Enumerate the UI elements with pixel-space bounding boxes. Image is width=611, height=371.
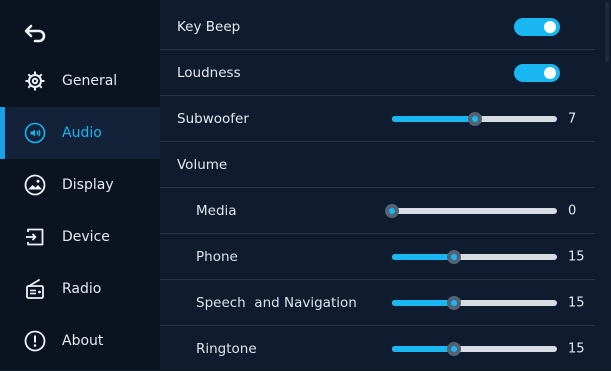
phone-row: Phone 15 [160, 234, 595, 280]
slider-thumb[interactable] [446, 341, 461, 356]
key-beep-row: Key Beep [160, 4, 595, 50]
loudness-row: Loudness [160, 50, 595, 96]
display-icon [24, 174, 46, 196]
slider-thumb[interactable] [446, 249, 461, 264]
sidebar-item-device[interactable]: Device [0, 211, 160, 263]
key-beep-toggle[interactable] [514, 17, 560, 36]
phone-value: 15 [568, 249, 585, 264]
loudness-toggle[interactable] [514, 63, 560, 82]
slider-fill [392, 299, 454, 306]
phone-volume-slider[interactable] [392, 249, 557, 264]
scrollbar[interactable] [603, 0, 611, 369]
subwoofer-slider[interactable] [392, 111, 557, 126]
ringtone-label: Ringtone [196, 340, 257, 357]
scrollbar-thumb[interactable] [605, 2, 609, 62]
sidebar-item-label: About [62, 333, 104, 349]
slider-thumb[interactable] [446, 295, 461, 310]
device-icon [24, 226, 46, 248]
audio-settings-panel: Key Beep Loudness Subwoofer 7 Volume Med… [160, 0, 611, 369]
media-label: Media [196, 202, 237, 219]
toggle-knob [544, 20, 556, 33]
speech-navigation-value: 15 [568, 295, 585, 310]
ringtone-volume-slider[interactable] [392, 341, 557, 356]
info-icon [24, 330, 46, 352]
subwoofer-value: 7 [568, 111, 577, 126]
sidebar-item-radio[interactable]: Radio [0, 263, 160, 315]
speech-navigation-row: Speech and Navigation 15 [160, 280, 595, 326]
sidebar-item-label: Audio [62, 125, 102, 141]
ringtone-row: Ringtone 15 [160, 326, 595, 371]
volume-heading: Volume [177, 156, 228, 173]
radio-icon [24, 278, 46, 300]
audio-settings-screen: General Audio Display Device Radio About… [0, 0, 611, 369]
key-beep-label: Key Beep [177, 18, 241, 35]
gear-icon [24, 70, 46, 92]
loudness-label: Loudness [177, 64, 241, 81]
sidebar-item-label: Display [62, 177, 114, 193]
sidebar: General Audio Display Device Radio About [0, 0, 160, 369]
back-button[interactable] [22, 18, 52, 48]
sidebar-item-label: General [62, 73, 118, 89]
slider-thumb[interactable] [385, 203, 399, 218]
sidebar-item-label: Device [62, 229, 110, 245]
media-row: Media 0 [160, 188, 595, 234]
toggle-knob [544, 66, 556, 79]
slider-track [392, 207, 557, 214]
slider-fill [392, 115, 475, 122]
back-arrow-icon [24, 24, 46, 43]
speaker-icon [24, 122, 46, 144]
slider-thumb[interactable] [467, 111, 482, 126]
phone-label: Phone [196, 248, 238, 265]
media-volume-slider[interactable] [385, 203, 557, 218]
subwoofer-label: Subwoofer [177, 110, 249, 127]
sidebar-item-label: Radio [62, 281, 102, 297]
ringtone-value: 15 [568, 341, 585, 356]
slider-fill [392, 345, 454, 352]
sidebar-item-about[interactable]: About [0, 315, 160, 367]
media-value: 0 [568, 203, 577, 218]
sidebar-item-audio[interactable]: Audio [0, 107, 160, 159]
subwoofer-row: Subwoofer 7 [160, 96, 595, 142]
sidebar-item-display[interactable]: Display [0, 159, 160, 211]
speech-navigation-volume-slider[interactable] [392, 295, 557, 310]
speech-navigation-label: Speech and Navigation [196, 294, 357, 311]
sidebar-item-general[interactable]: General [0, 55, 160, 107]
volume-row: Volume [160, 142, 595, 188]
slider-fill [392, 253, 454, 260]
